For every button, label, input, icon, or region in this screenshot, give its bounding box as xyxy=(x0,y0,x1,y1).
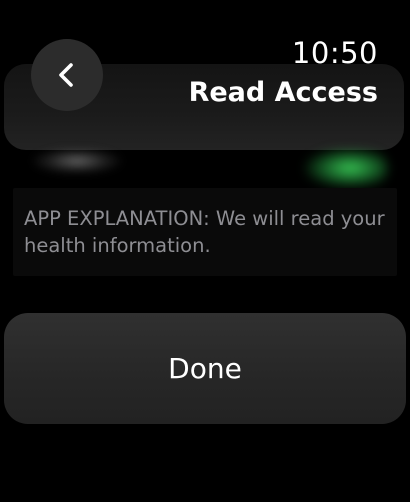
page-title: Read Access xyxy=(188,77,378,108)
blurred-toggle-green xyxy=(304,148,388,188)
back-button[interactable] xyxy=(31,39,103,111)
chevron-left-icon xyxy=(59,63,73,87)
done-button-label: Done xyxy=(168,352,242,385)
done-button[interactable]: Done xyxy=(4,313,406,424)
blurred-content xyxy=(32,148,122,174)
explanation-text: APP EXPLANATION: We will read your healt… xyxy=(24,207,385,257)
explanation-panel: APP EXPLANATION: We will read your healt… xyxy=(13,188,397,276)
status-time: 10:50 xyxy=(291,36,378,70)
